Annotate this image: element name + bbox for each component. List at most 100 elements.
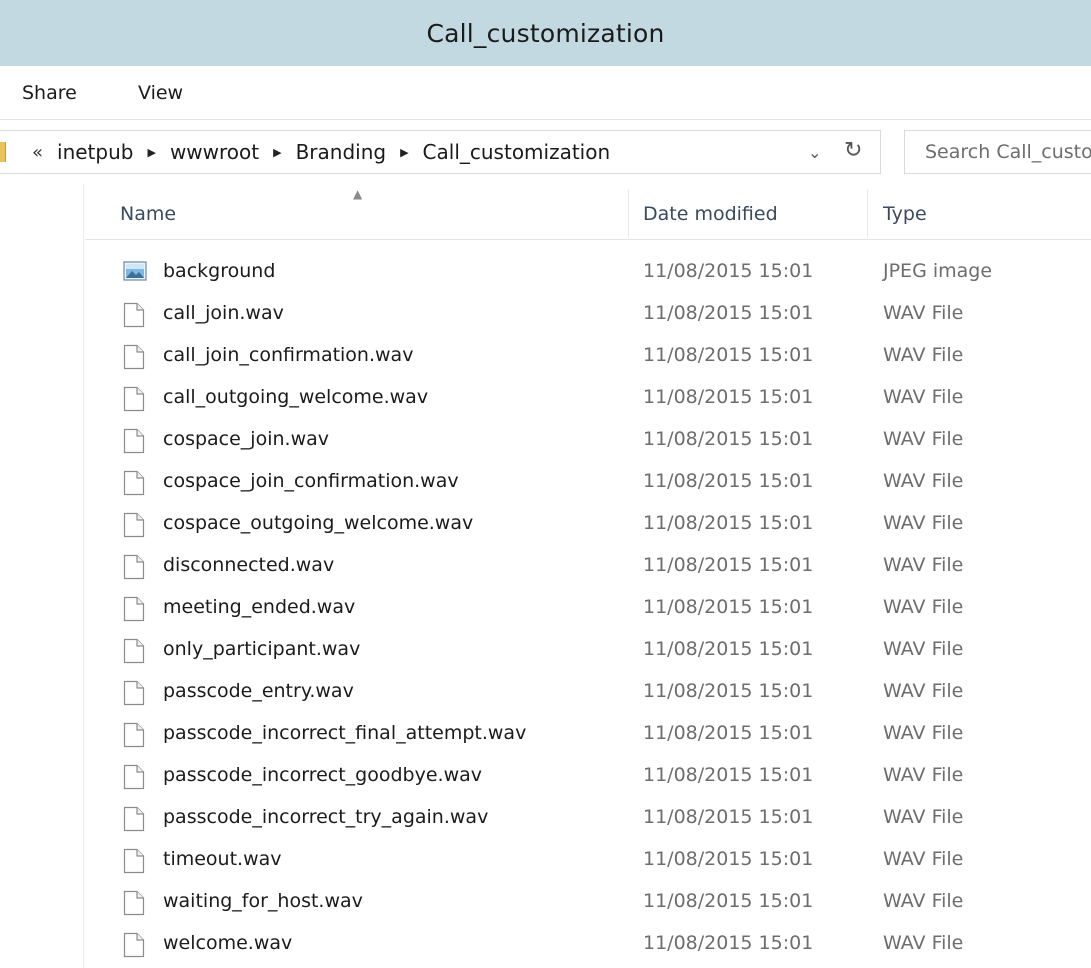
address-row: « inetpub ▶ wwwroot ▶ Branding ▶ Call_cu… — [0, 120, 1091, 184]
tab-view[interactable]: View — [138, 82, 183, 104]
file-date-modified: 11/08/2015 15:01 — [643, 470, 814, 492]
file-row[interactable]: cospace_outgoing_welcome.wav 11/08/2015 1… — [85, 504, 1091, 546]
tab-share[interactable]: Share — [22, 82, 77, 104]
file-name[interactable]: call_join_confirmation.wav — [163, 344, 413, 366]
file-name[interactable]: welcome.wav — [163, 932, 292, 954]
breadcrumb-item-inetpub[interactable]: inetpub — [57, 140, 133, 164]
ribbon: Share View — [0, 66, 1091, 120]
file-name[interactable]: background — [163, 260, 275, 282]
refresh-icon[interactable]: ↻ — [844, 138, 862, 163]
file-row[interactable]: passcode_incorrect_try_again.wav 11/08/20… — [85, 798, 1091, 840]
file-icon — [123, 764, 145, 790]
file-row[interactable]: background 11/08/2015 15:01 JPEG image — [85, 252, 1091, 294]
folder-icon — [0, 142, 6, 162]
breadcrumb-arrow-icon[interactable]: ▶ — [400, 146, 408, 159]
image-file-icon — [123, 260, 147, 286]
file-type: WAV File — [883, 344, 964, 366]
file-icon — [123, 722, 145, 748]
file-type: WAV File — [883, 554, 964, 576]
file-type: WAV File — [883, 638, 964, 660]
file-type: WAV File — [883, 848, 964, 870]
file-row[interactable]: cospace_join_confirmation.wav 11/08/2015 … — [85, 462, 1091, 504]
file-row[interactable]: meeting_ended.wav 11/08/2015 15:01 WAV Fil… — [85, 588, 1091, 630]
file-icon — [123, 554, 145, 580]
file-date-modified: 11/08/2015 15:01 — [643, 806, 814, 828]
file-icon — [123, 344, 145, 370]
column-header-date-modified[interactable]: Date modified — [643, 203, 778, 225]
file-row[interactable]: passcode_incorrect_goodbye.wav 11/08/2015… — [85, 756, 1091, 798]
file-type: WAV File — [883, 470, 964, 492]
file-name[interactable]: waiting_for_host.wav — [163, 890, 363, 912]
file-type: WAV File — [883, 302, 964, 324]
file-name[interactable]: meeting_ended.wav — [163, 596, 355, 618]
file-name[interactable]: disconnected.wav — [163, 554, 334, 576]
file-row[interactable]: disconnected.wav 11/08/2015 15:01 WAV File — [85, 546, 1091, 588]
title-bar: Call_customization — [0, 0, 1091, 66]
file-date-modified: 11/08/2015 15:01 — [643, 554, 814, 576]
search-input[interactable]: Search Call_customization — [904, 130, 1091, 174]
column-divider[interactable] — [628, 190, 629, 238]
file-name[interactable]: cospace_outgoing_welcome.wav — [163, 512, 473, 534]
search-placeholder: Search Call_customization — [925, 141, 1091, 163]
file-type: WAV File — [883, 512, 964, 534]
file-icon — [123, 470, 145, 496]
overflow-chevron-icon[interactable]: « — [32, 142, 43, 163]
file-name[interactable]: timeout.wav — [163, 848, 282, 870]
file-name[interactable]: cospace_join_confirmation.wav — [163, 470, 459, 492]
file-row[interactable]: welcome.wav 11/08/2015 15:01 WAV File — [85, 924, 1091, 966]
address-dropdown-icon[interactable]: ⌄ — [808, 143, 821, 162]
file-type: WAV File — [883, 428, 964, 450]
file-row[interactable]: waiting_for_host.wav 11/08/2015 15:01 WAV … — [85, 882, 1091, 924]
file-name[interactable]: cospace_join.wav — [163, 428, 329, 450]
sort-ascending-icon: ▲ — [353, 187, 363, 201]
file-date-modified: 11/08/2015 15:01 — [643, 764, 814, 786]
file-date-modified: 11/08/2015 15:01 — [643, 890, 814, 912]
file-row[interactable]: only_participant.wav 11/08/2015 15:01 WAV … — [85, 630, 1091, 672]
breadcrumb-item-call-customization[interactable]: Call_customization — [423, 140, 611, 164]
file-row[interactable]: call_outgoing_welcome.wav 11/08/2015 15:0… — [85, 378, 1091, 420]
breadcrumb: « inetpub ▶ wwwroot ▶ Branding ▶ Call_cu… — [32, 140, 624, 164]
file-icon — [123, 596, 145, 622]
file-date-modified: 11/08/2015 15:01 — [643, 302, 814, 324]
file-date-modified: 11/08/2015 15:01 — [643, 260, 814, 282]
breadcrumb-arrow-icon[interactable]: ▶ — [273, 146, 281, 159]
file-icon — [123, 512, 145, 538]
file-icon — [123, 428, 145, 454]
file-name[interactable]: only_participant.wav — [163, 638, 360, 660]
file-name[interactable]: passcode_incorrect_goodbye.wav — [163, 764, 482, 786]
file-type: WAV File — [883, 764, 964, 786]
file-date-modified: 11/08/2015 15:01 — [643, 596, 814, 618]
file-icon — [123, 638, 145, 664]
file-row[interactable]: passcode_incorrect_final_attempt.wav 11/0… — [85, 714, 1091, 756]
file-date-modified: 11/08/2015 15:01 — [643, 722, 814, 744]
file-name[interactable]: passcode_entry.wav — [163, 680, 354, 702]
file-date-modified: 11/08/2015 15:01 — [643, 344, 814, 366]
file-type: JPEG image — [883, 260, 993, 282]
file-icon — [123, 680, 145, 706]
file-row[interactable]: passcode_entry.wav 11/08/2015 15:01 WAV Fi… — [85, 672, 1091, 714]
file-row[interactable]: call_join.wav 11/08/2015 15:01 WAV File — [85, 294, 1091, 336]
file-icon — [123, 890, 145, 916]
column-divider[interactable] — [867, 190, 868, 238]
breadcrumb-arrow-icon[interactable]: ▶ — [147, 146, 155, 159]
file-date-modified: 11/08/2015 15:01 — [643, 386, 814, 408]
file-name[interactable]: call_outgoing_welcome.wav — [163, 386, 428, 408]
file-row[interactable]: cospace_join.wav 11/08/2015 15:01 WAV File — [85, 420, 1091, 462]
file-row[interactable]: timeout.wav 11/08/2015 15:01 WAV File — [85, 840, 1091, 882]
column-header-type[interactable]: Type — [883, 203, 927, 225]
file-icon — [123, 932, 145, 958]
breadcrumb-item-branding[interactable]: Branding — [296, 140, 387, 164]
file-date-modified: 11/08/2015 15:01 — [643, 932, 814, 954]
file-list: background 11/08/2015 15:01 JPEG image call… — [85, 252, 1091, 966]
column-header-name[interactable]: Name — [120, 203, 176, 225]
file-icon — [123, 848, 145, 874]
address-bar[interactable]: « inetpub ▶ wwwroot ▶ Branding ▶ Call_cu… — [0, 130, 881, 174]
file-type: WAV File — [883, 596, 964, 618]
file-row[interactable]: call_join_confirmation.wav 11/08/2015 15:… — [85, 336, 1091, 378]
breadcrumb-item-wwwroot[interactable]: wwwroot — [170, 140, 259, 164]
navigation-pane[interactable] — [0, 184, 84, 968]
file-name[interactable]: call_join.wav — [163, 302, 284, 324]
file-type: WAV File — [883, 890, 964, 912]
file-name[interactable]: passcode_incorrect_try_again.wav — [163, 806, 488, 828]
file-name[interactable]: passcode_incorrect_final_attempt.wav — [163, 722, 526, 744]
